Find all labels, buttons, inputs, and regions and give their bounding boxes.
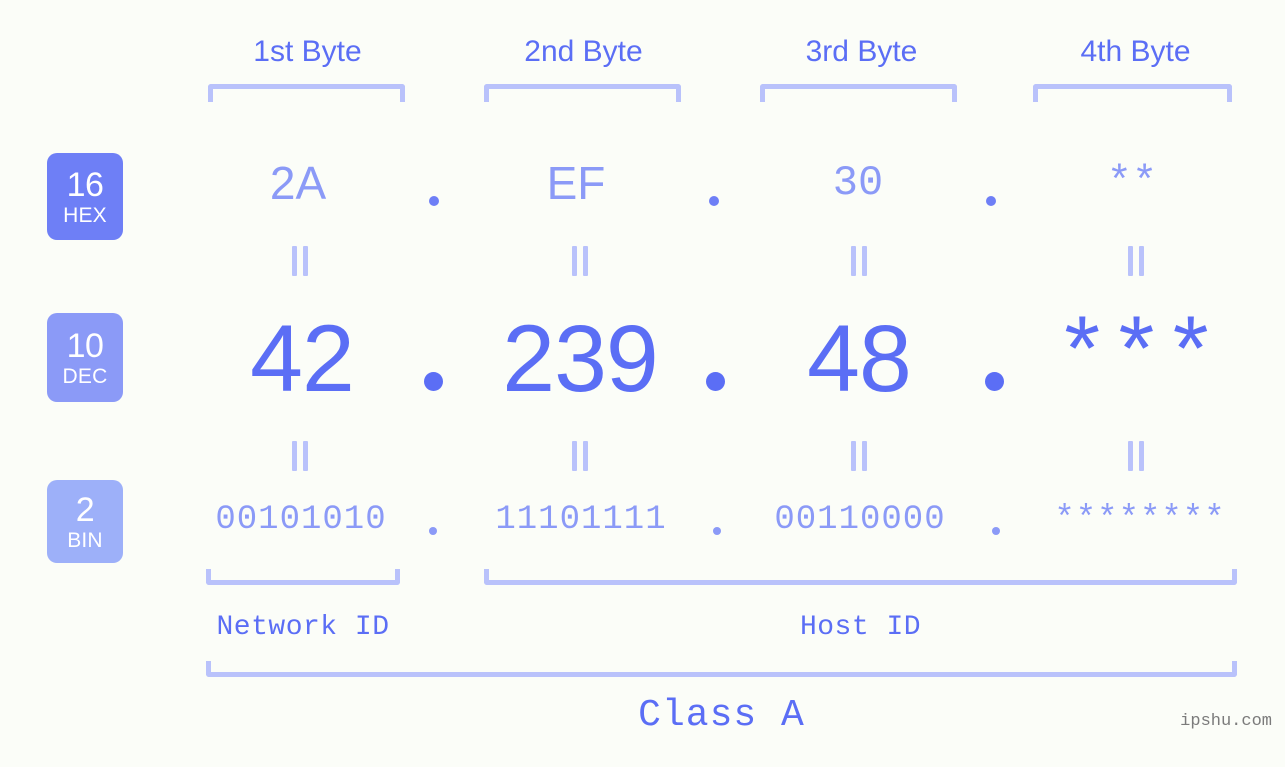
byte-header-4: 4th Byte — [1080, 35, 1191, 68]
bin-byte-4: ******** — [1054, 501, 1226, 539]
hex-separator-3 — [986, 196, 996, 206]
dec-separator-3 — [985, 372, 1004, 391]
hex-byte-4: ** — [1106, 159, 1158, 207]
byte-bracket-4 — [1033, 84, 1232, 102]
byte-bracket-2 — [484, 84, 681, 102]
watermark: ipshu.com — [1180, 712, 1272, 731]
equality-mark-dec-bin-4 — [1128, 441, 1144, 471]
equality-mark-dec-bin-1 — [292, 441, 308, 471]
equality-mark-hex-dec-1 — [292, 246, 308, 276]
base-badge-bin: 2 BIN — [47, 480, 123, 563]
equality-mark-hex-dec-2 — [572, 246, 588, 276]
equality-mark-hex-dec-4 — [1128, 246, 1144, 276]
host-id-bracket — [484, 569, 1237, 585]
base-badge-hex-number: 16 — [66, 165, 104, 204]
class-bracket — [206, 661, 1237, 677]
base-badge-dec: 10 DEC — [47, 313, 123, 402]
dec-byte-1: 42 — [250, 306, 355, 412]
ip-address-breakdown-diagram: 1st Byte 2nd Byte 3rd Byte 4th Byte 16 H… — [0, 0, 1285, 767]
byte-header-2: 2nd Byte — [524, 35, 643, 68]
hex-byte-1: 2A — [269, 157, 327, 209]
base-badge-dec-label: DEC — [62, 364, 108, 388]
hex-separator-2 — [709, 196, 719, 206]
base-badge-hex: 16 HEX — [47, 153, 123, 240]
dec-byte-3: 48 — [807, 306, 912, 412]
bin-byte-2: 11101111 — [495, 501, 667, 539]
hex-byte-2: EF — [546, 157, 606, 209]
base-badge-dec-number: 10 — [66, 326, 104, 365]
dec-byte-2: 239 — [502, 306, 659, 412]
bin-byte-1: 00101010 — [215, 501, 387, 539]
hex-separator-1 — [429, 196, 439, 206]
bin-byte-3: 00110000 — [774, 501, 946, 539]
dec-separator-1 — [424, 372, 443, 391]
byte-bracket-3 — [760, 84, 957, 102]
base-badge-hex-label: HEX — [63, 203, 107, 227]
hex-byte-3: 30 — [832, 159, 884, 207]
equality-mark-hex-dec-3 — [851, 246, 867, 276]
base-badge-bin-number: 2 — [75, 490, 95, 529]
host-id-label: Host ID — [799, 612, 922, 643]
bin-separator-2 — [713, 527, 721, 535]
base-badge-bin-label: BIN — [67, 528, 103, 552]
network-id-label: Network ID — [216, 612, 390, 643]
dec-separator-2 — [706, 372, 725, 391]
byte-header-3: 3rd Byte — [805, 35, 918, 68]
bin-separator-1 — [429, 527, 437, 535]
class-label: Class A — [638, 694, 805, 737]
bin-separator-3 — [992, 527, 1000, 535]
byte-header-1: 1st Byte — [253, 35, 362, 68]
dec-byte-4: *** — [1054, 306, 1219, 411]
byte-bracket-1 — [208, 84, 405, 102]
equality-mark-dec-bin-3 — [851, 441, 867, 471]
network-id-bracket — [206, 569, 400, 585]
equality-mark-dec-bin-2 — [572, 441, 588, 471]
